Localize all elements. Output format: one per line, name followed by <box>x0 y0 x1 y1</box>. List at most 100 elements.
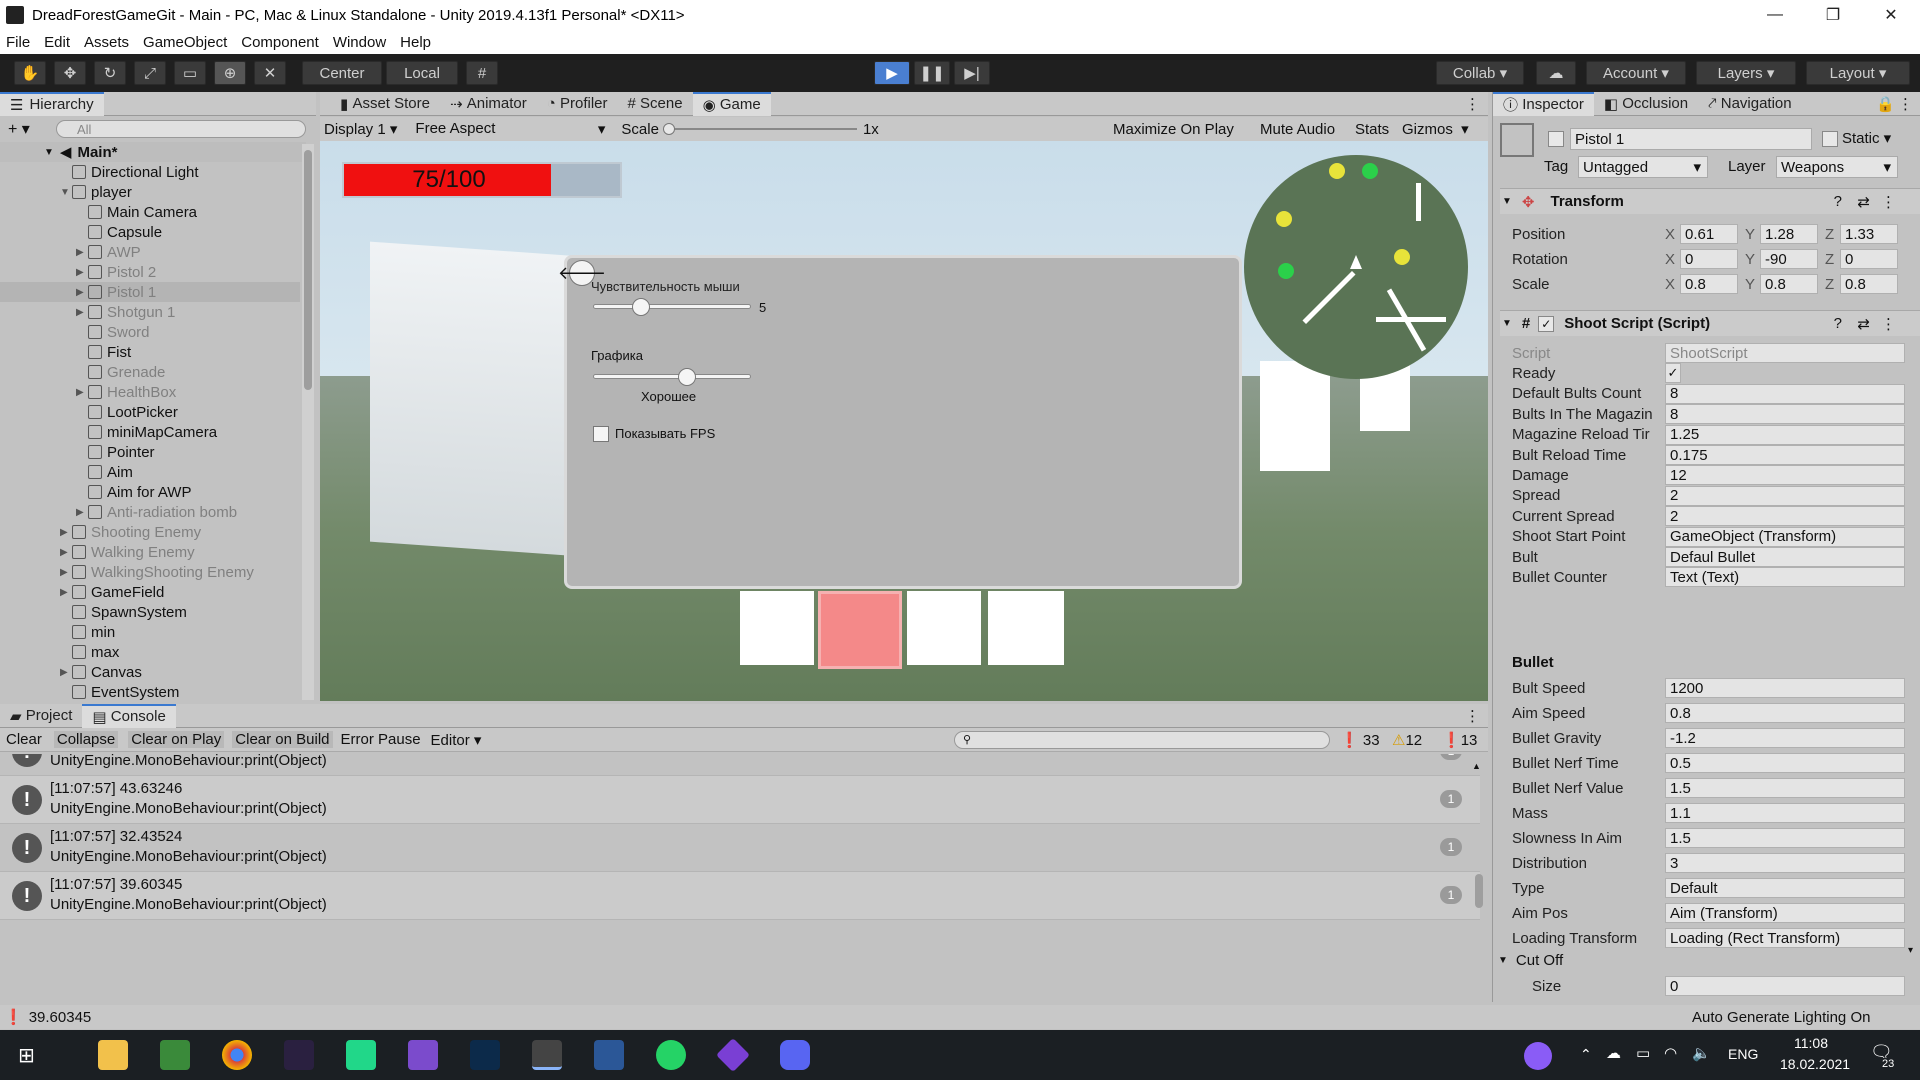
menu-file[interactable]: File <box>6 34 30 51</box>
unity-icon[interactable] <box>532 1040 562 1070</box>
hierarchy-item[interactable]: LootPicker <box>0 402 300 422</box>
scale-slider[interactable] <box>662 123 857 135</box>
fold-arrow-icon[interactable]: ▶ <box>60 667 72 678</box>
console-scroll-thumb[interactable] <box>1475 874 1483 908</box>
hierarchy-item[interactable]: Directional Light <box>0 162 300 182</box>
photoshop-icon[interactable] <box>470 1040 500 1070</box>
hierarchy-item[interactable]: Grenade <box>0 362 300 382</box>
tab-asset-store[interactable]: ▮ Asset Store <box>330 92 440 116</box>
fold-arrow-icon[interactable]: ▶ <box>60 567 72 578</box>
console-log-row[interactable]: ! [11:07:57] 32.43524 UnityEngine.MonoBeha… <box>0 824 1480 872</box>
transform-z-field[interactable]: 0.8 <box>1840 274 1898 294</box>
tab-hierarchy[interactable]: ☰ Hierarchy <box>0 91 104 116</box>
fold-arrow-icon[interactable]: ▶ <box>76 287 88 298</box>
tab-project[interactable]: ▰ Project <box>0 704 82 728</box>
word-icon[interactable] <box>594 1040 624 1070</box>
console-search-input[interactable]: ⚲ <box>954 730 1330 749</box>
hierarchy-item[interactable]: ▶ Shooting Enemy <box>0 522 300 542</box>
hierarchy-item[interactable]: max <box>0 642 300 662</box>
hierarchy-item[interactable]: ▶ Walking Enemy <box>0 542 300 562</box>
hierarchy-item[interactable]: Fist <box>0 342 300 362</box>
windows-start-icon[interactable]: ⊞ <box>18 1043 40 1067</box>
status-last-log[interactable]: 39.60345 <box>29 1009 92 1026</box>
graphics-slider[interactable] <box>593 368 751 386</box>
ready-checkbox[interactable]: ✓ <box>1665 363 1681 384</box>
field-value[interactable]: Defaul Bullet <box>1665 547 1905 567</box>
fold-arrow-icon[interactable]: ▶ <box>60 587 72 598</box>
hierarchy-item[interactable]: ▼ player <box>0 182 300 202</box>
menu-component[interactable]: Component <box>241 34 319 51</box>
aspect-dropdown[interactable]: Free Aspect ▾ <box>415 120 605 138</box>
show-fps-checkbox[interactable] <box>593 426 609 442</box>
stats-toggle[interactable]: Stats <box>1355 121 1389 138</box>
size-field[interactable]: 0 <box>1665 976 1905 996</box>
field-value[interactable]: 1.25 <box>1665 424 1905 445</box>
hierarchy-item[interactable]: EventSystem <box>0 682 300 702</box>
hierarchy-item[interactable]: ▶ HealthBox <box>0 382 300 402</box>
component-enabled-checkbox[interactable]: ✓ <box>1538 315 1555 332</box>
notepad-plus-icon[interactable] <box>160 1040 190 1070</box>
tab-scene[interactable]: # Scene <box>618 92 693 116</box>
hierarchy-item[interactable]: SpawnSystem <box>0 602 300 622</box>
cutoff-foldout[interactable]: ▼ Cut Off <box>1498 952 1563 969</box>
scrollbar-thumb[interactable] <box>304 150 312 390</box>
scale-slider-thumb[interactable] <box>662 123 675 135</box>
whatsapp-icon[interactable] <box>656 1040 686 1070</box>
field-value[interactable]: Aim (Transform) <box>1665 903 1905 923</box>
transform-y-field[interactable]: 1.28 <box>1760 224 1818 244</box>
field-value[interactable]: 0.8 <box>1665 703 1905 723</box>
hierarchy-item[interactable]: miniMapCamera <box>0 422 300 442</box>
scale-tool-icon[interactable]: ⤢ <box>134 61 166 85</box>
component-menu-icon[interactable]: ⋮ <box>1881 315 1896 333</box>
account-dropdown[interactable]: Account ▾ <box>1586 61 1686 85</box>
field-value[interactable]: Text (Text) <box>1665 567 1905 588</box>
field-value[interactable]: 1.1 <box>1665 803 1905 823</box>
hierarchy-item[interactable]: Capsule <box>0 222 300 242</box>
pycharm-icon[interactable] <box>346 1040 376 1070</box>
pause-button[interactable]: ❚❚ <box>914 61 950 85</box>
tab-game[interactable]: ◉ Game <box>692 91 771 116</box>
battery-icon[interactable]: ▭ <box>1636 1044 1650 1062</box>
hierarchy-item[interactable]: ▶ GameField <box>0 582 300 602</box>
rotate-tool-icon[interactable]: ↻ <box>94 61 126 85</box>
fold-arrow-icon[interactable]: ▼ <box>60 187 72 198</box>
game-view[interactable]: 75/100 🡐 Чувствительность мыши 5 Графика… <box>320 141 1488 701</box>
tab-profiler[interactable]: ◔ Profiler <box>537 92 618 116</box>
field-value[interactable]: 8 <box>1665 383 1905 404</box>
tray-chevron-icon[interactable]: ⌃ <box>1580 1046 1592 1063</box>
play-button[interactable]: ▶ <box>874 61 910 85</box>
error-pause-toggle[interactable]: Error Pause <box>341 731 421 748</box>
field-value[interactable]: 2 <box>1665 485 1905 506</box>
shoot-script-header[interactable]: ▼ # ✓ Shoot Script (Script) ? ⇄ ⋮ <box>1500 310 1920 336</box>
console-log-row[interactable]: ! [11:07:57] 43.63246 UnityEngine.MonoBeha… <box>0 776 1480 824</box>
transform-x-field[interactable]: 0.61 <box>1680 224 1738 244</box>
tag-dropdown[interactable]: Untagged ▾ <box>1578 156 1708 178</box>
layout-dropdown[interactable]: Layout ▾ <box>1806 61 1910 85</box>
visual-studio-icon[interactable] <box>408 1040 438 1070</box>
game-app-icon[interactable] <box>284 1040 314 1070</box>
menu-gameobject[interactable]: GameObject <box>143 34 227 51</box>
field-value[interactable]: 1200 <box>1665 678 1905 698</box>
more-menu-icon[interactable]: ⋮ <box>1465 95 1480 113</box>
fold-arrow-icon[interactable]: ▶ <box>76 247 88 258</box>
hierarchy-item[interactable]: Aim <box>0 462 300 482</box>
more-menu-icon[interactable]: ⋮ <box>1465 707 1480 725</box>
field-value[interactable]: 2 <box>1665 506 1905 527</box>
object-name-field[interactable]: Pistol 1 <box>1570 128 1812 150</box>
fold-arrow-icon[interactable]: ▶ <box>76 507 88 518</box>
collapse-toggle[interactable]: Collapse <box>53 731 119 748</box>
transform-x-field[interactable]: 0.8 <box>1680 274 1738 294</box>
field-value[interactable]: 0.5 <box>1665 753 1905 773</box>
active-checkbox[interactable] <box>1548 131 1564 147</box>
help-icon[interactable]: ? <box>1834 315 1842 332</box>
component-menu-icon[interactable]: ⋮ <box>1881 193 1896 211</box>
transform-tool-icon[interactable]: ⊕ <box>214 61 246 85</box>
restore-button[interactable]: ❐ <box>1804 0 1862 30</box>
gizmos-dropdown[interactable]: Gizmos ▾ <box>1402 120 1469 138</box>
field-value[interactable]: 8 <box>1665 404 1905 425</box>
layers-dropdown[interactable]: Layers ▾ <box>1696 61 1796 85</box>
graphics-slider-thumb[interactable] <box>678 368 697 386</box>
fold-arrow-icon[interactable]: ▶ <box>76 307 88 318</box>
chrome-icon[interactable] <box>222 1040 252 1070</box>
language-indicator[interactable]: ENG <box>1728 1046 1758 1062</box>
